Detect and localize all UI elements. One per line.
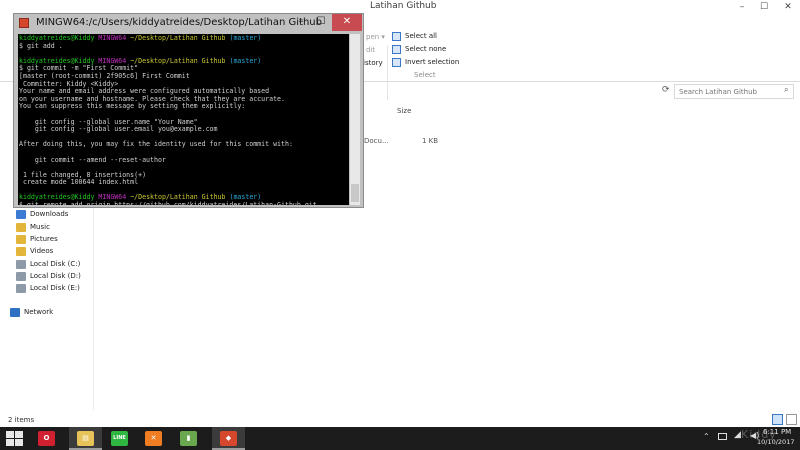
clock-date[interactable]: 10/10/2017 — [757, 438, 794, 446]
terminal-title-bar[interactable]: MINGW64:/c/Users/kiddyatreides/Desktop/L… — [14, 14, 363, 33]
invert-selection-button[interactable]: Invert selection — [392, 56, 459, 68]
ribbon-open-partial[interactable]: pen ▾ — [366, 33, 385, 41]
nav-item-downloads[interactable]: Downloads — [16, 208, 68, 220]
terminal-prompt-line: kiddyatreides@Kiddy MINGW64 ~/Desktop/La… — [19, 34, 317, 43]
opera-icon: O — [38, 431, 55, 446]
terminal-output-line: git commit --amend --reset-author — [19, 155, 166, 164]
taskbar-file-explorer-button[interactable]: ▤ — [69, 427, 102, 450]
xampp-icon: ✕ — [145, 431, 162, 446]
select-all-button[interactable]: Select all — [392, 30, 437, 42]
nav-item-label: Local Disk (C:) — [30, 260, 81, 268]
file-size-cell: 1 KB — [422, 137, 439, 145]
prompt-path: ~/Desktop/Latihan Github — [130, 56, 226, 65]
music-folder-icon — [16, 222, 26, 232]
invert-selection-icon — [392, 57, 401, 67]
select-all-icon — [392, 31, 401, 41]
terminal-minimize-button[interactable]: – — [291, 14, 311, 31]
explorer-title: Latihan Github — [370, 1, 437, 11]
select-none-button[interactable]: Select none — [392, 43, 446, 55]
refresh-icon[interactable]: ⟳ — [662, 85, 670, 95]
explorer-minimize-button[interactable]: – — [730, 0, 754, 14]
terminal-output-line: git config --global user.email you@examp… — [19, 125, 218, 134]
nav-item-label: Local Disk (D:) — [30, 272, 81, 280]
terminal-output-line: After doing this, you may fix the identi… — [19, 140, 293, 149]
nav-item-label: Pictures — [30, 235, 58, 243]
network-icon — [10, 307, 20, 317]
nav-item-label: Music — [30, 223, 50, 231]
tray-display-icon[interactable] — [718, 433, 727, 440]
nav-item-local-disk-d[interactable]: Local Disk (D:) — [16, 270, 81, 282]
ribbon-history-partial[interactable]: istory — [363, 59, 383, 67]
git-bash-icon[interactable] — [19, 18, 29, 28]
status-item-count: 2 items — [8, 416, 35, 424]
explorer-title-bar[interactable]: Latihan Github – ☐ ✕ — [0, 0, 800, 14]
start-button[interactable] — [5, 430, 23, 447]
line-icon: LINE — [111, 431, 128, 446]
taskbar-opera-button[interactable]: O — [30, 427, 63, 450]
network-status-icon[interactable]: ◢ — [734, 430, 741, 440]
terminal-output-line: You can suppress this message by setting… — [19, 102, 246, 111]
pictures-folder-icon — [16, 234, 26, 244]
ribbon-group-label-select: Select — [414, 71, 436, 79]
terminal-output-line: create mode 100644 index.html — [19, 178, 139, 187]
terminal-close-button[interactable]: ✕ — [332, 14, 362, 31]
terminal-maximize-button[interactable]: ☐ — [311, 14, 331, 31]
search-icon[interactable]: ⌕ — [784, 85, 788, 95]
terminal-title: MINGW64:/c/Users/kiddyatreides/Desktop/L… — [36, 17, 322, 28]
taskbar-xampp-button[interactable]: ✕ — [137, 427, 170, 450]
nav-item-label: Network — [24, 308, 54, 316]
nav-item-local-disk-e[interactable]: Local Disk (E:) — [16, 282, 80, 294]
drive-icon — [16, 259, 26, 269]
nav-item-label: Downloads — [30, 210, 69, 218]
drive-icon — [16, 283, 26, 293]
prompt-path: ~/Desktop/Latihan Github — [130, 34, 226, 42]
prompt-branch: (master) — [229, 34, 262, 42]
nav-item-label: Videos — [30, 247, 54, 255]
file-explorer-icon: ▤ — [77, 431, 94, 446]
drive-icon — [16, 271, 26, 281]
prompt-user: kiddyatreides@Kiddy — [19, 34, 95, 42]
videos-folder-icon — [16, 246, 26, 256]
large-icons-view-button[interactable] — [786, 414, 797, 425]
nav-item-pictures[interactable]: Pictures — [16, 233, 58, 245]
terminal-output: kiddyatreides@Kiddy MINGW64 ~/Desktop/La… — [19, 34, 317, 205]
windows-logo-icon — [6, 431, 14, 438]
prompt-host: MINGW64 — [98, 34, 127, 42]
details-view-button[interactable] — [772, 414, 783, 425]
ribbon-divider — [387, 46, 388, 100]
nav-item-videos[interactable]: Videos — [16, 245, 53, 257]
ribbon-edit-partial[interactable]: dit — [366, 46, 375, 54]
nav-item-local-disk-c[interactable]: Local Disk (C:) — [16, 258, 80, 270]
taskbar-git-bash-button[interactable]: ◆ — [212, 427, 245, 450]
terminal-output-line: $ git remote add origin https://github.c… — [19, 201, 317, 205]
prompt-branch: (master) — [229, 56, 262, 65]
explorer-maximize-button[interactable]: ☐ — [752, 0, 776, 14]
explorer-close-button[interactable]: ✕ — [776, 0, 800, 14]
column-header-size[interactable]: Size — [397, 107, 411, 115]
taskbar-line-button[interactable]: LINE — [103, 427, 136, 450]
git-bash-window: MINGW64:/c/Users/kiddyatreides/Desktop/L… — [13, 13, 364, 208]
nav-item-label: Local Disk (E:) — [30, 284, 80, 292]
terminal-output-line: $ git add . — [19, 41, 63, 50]
taskbar: O ▤ LINE ✕ ▮ ◆ — [0, 427, 800, 450]
clock-time[interactable]: 6:11 PM — [763, 428, 791, 436]
terminal-scroll-thumb[interactable] — [351, 184, 359, 202]
file-type-cell: Docu... — [364, 137, 389, 145]
terminal-screen[interactable]: kiddyatreides@Kiddy MINGW64 ~/Desktop/La… — [18, 34, 349, 205]
task-manager-icon: ▮ — [180, 431, 197, 446]
downloads-folder-icon — [16, 209, 26, 219]
terminal-scrollbar[interactable] — [350, 34, 360, 205]
taskbar-task-manager-button[interactable]: ▮ — [172, 427, 205, 450]
nav-item-network[interactable]: Network — [10, 306, 53, 318]
select-none-icon — [392, 44, 401, 54]
nav-item-music[interactable]: Music — [16, 221, 50, 233]
show-hidden-icons-icon[interactable]: ⌃ — [703, 432, 710, 441]
git-bash-icon: ◆ — [220, 431, 237, 446]
search-input[interactable] — [674, 84, 794, 99]
